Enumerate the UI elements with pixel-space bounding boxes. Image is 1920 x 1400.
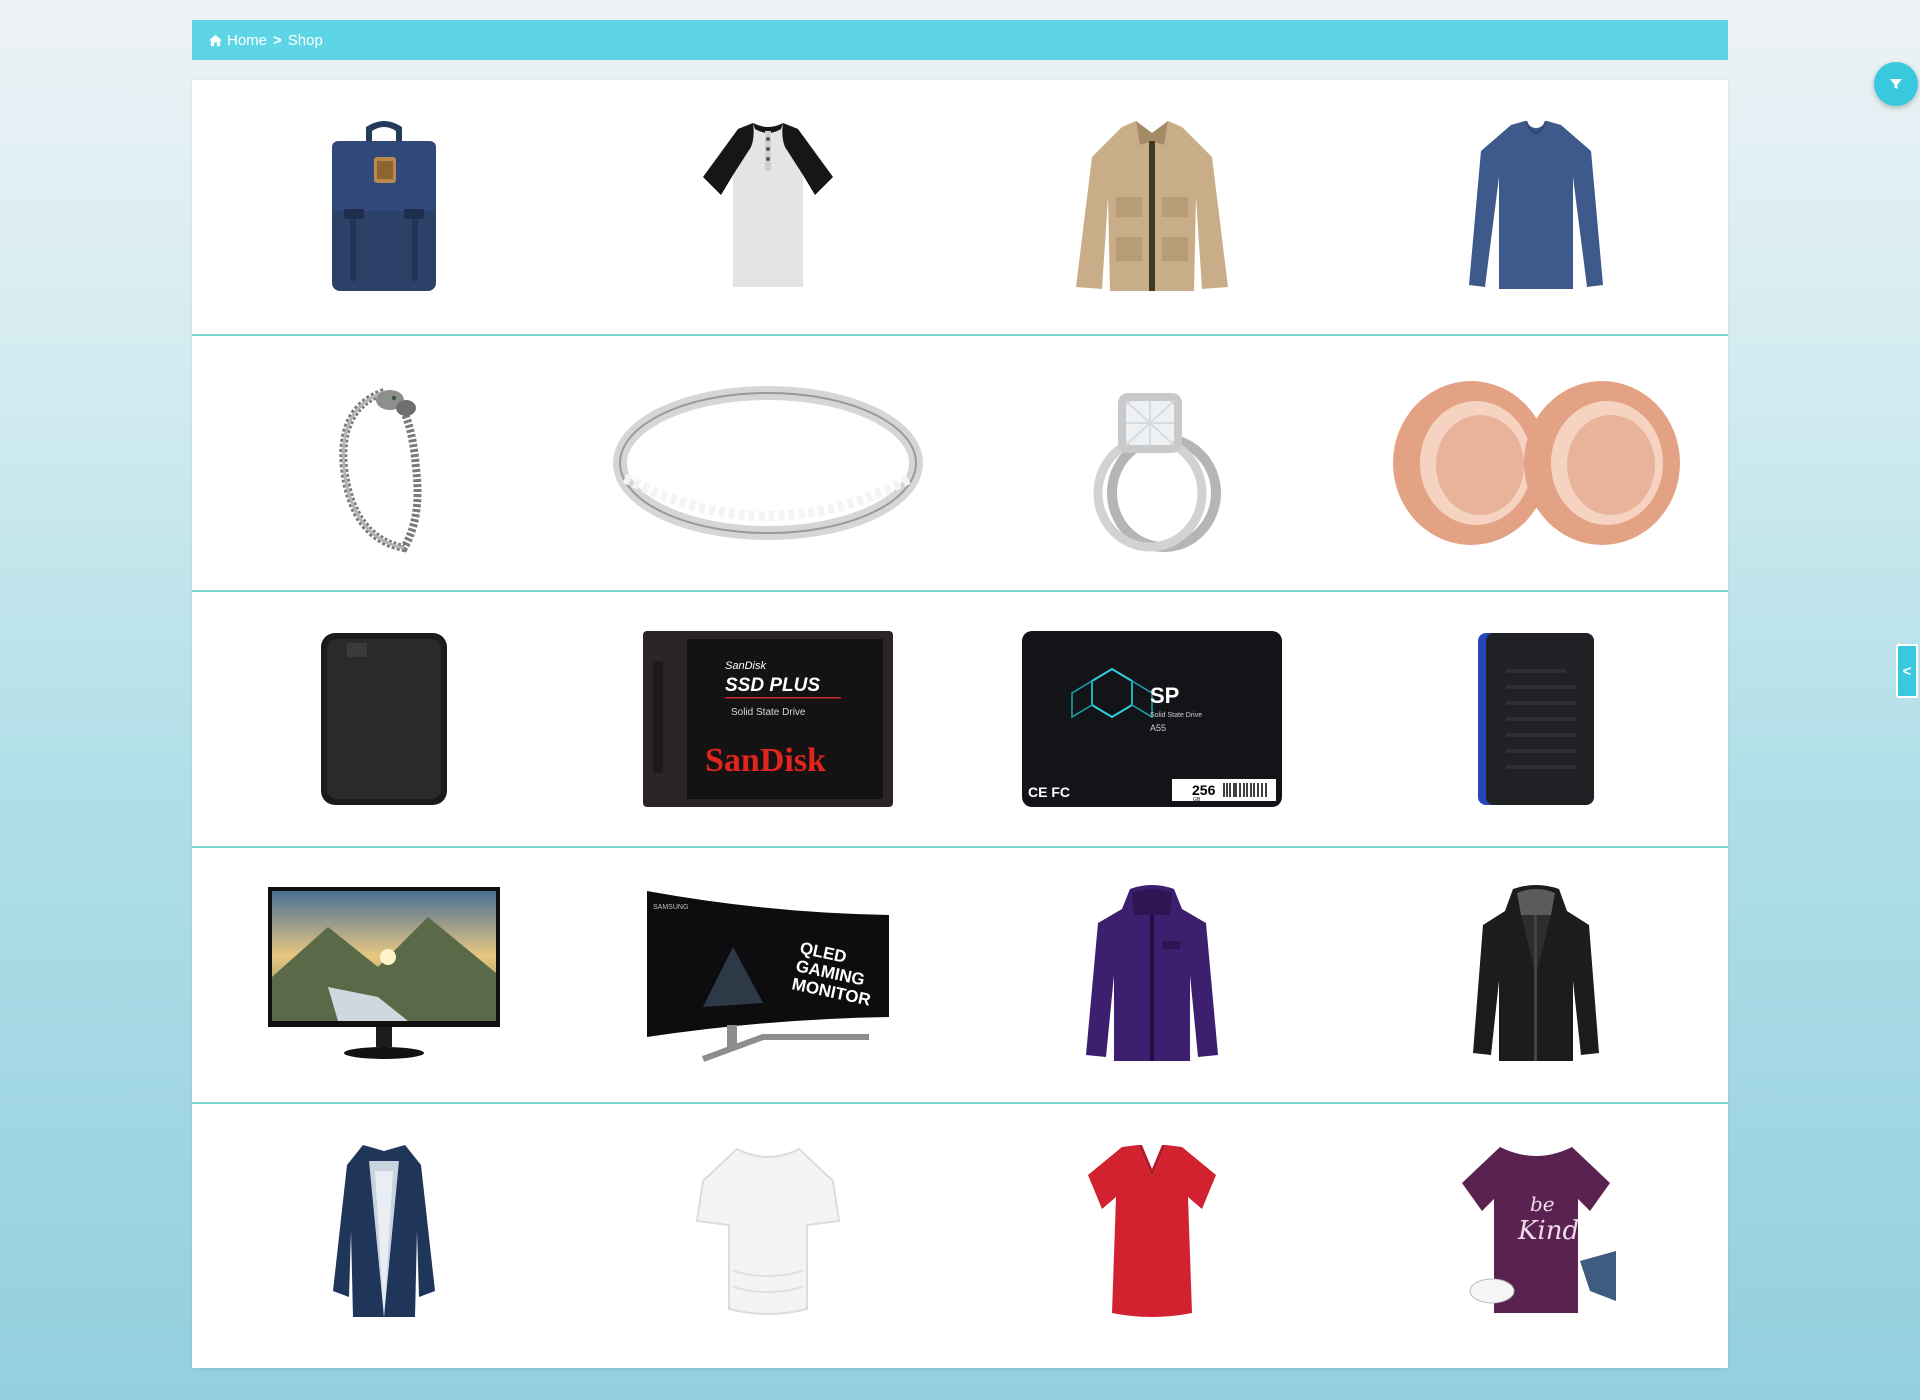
product-card-white-top[interactable] xyxy=(576,1104,960,1358)
red-vneck-image xyxy=(1088,1145,1216,1317)
sandisk-brand-label: SanDisk xyxy=(705,742,826,779)
be-kind-tee-image: be Kind xyxy=(1462,1147,1616,1313)
product-card-curved-gaming-monitor[interactable]: SAMSUNG QLED GAMING MONITOR xyxy=(576,848,960,1102)
gaming-drive-image xyxy=(1478,633,1594,805)
product-card-backpack[interactable] xyxy=(192,80,576,334)
kind-label: Kind xyxy=(1517,1216,1579,1246)
chevron-left-icon: < xyxy=(1902,662,1912,680)
purple-jacket-image xyxy=(1086,885,1218,1061)
product-card-silicon-power-ssd[interactable]: SP Solid State Drive A55 CE FC 256 GB xyxy=(960,592,1344,846)
samsung-label: SAMSUNG xyxy=(653,904,688,911)
product-card-leather-jacket[interactable] xyxy=(1344,848,1728,1102)
side-panel-toggle[interactable]: < xyxy=(1896,644,1918,698)
product-card-bracelet[interactable] xyxy=(192,336,576,590)
sandisk-small-label: SanDisk xyxy=(725,660,766,672)
product-card-gaming-drive[interactable] xyxy=(1344,592,1728,846)
capacity-label: 256 xyxy=(1192,782,1216,798)
backpack-image xyxy=(332,121,436,291)
product-card-monitor[interactable] xyxy=(192,848,576,1102)
breadcrumb-current: Shop xyxy=(287,31,323,49)
eternity-ring-image xyxy=(613,386,923,540)
breadcrumb-home-link[interactable]: Home xyxy=(227,32,267,49)
product-row xyxy=(192,336,1728,592)
silicon-power-ssd-image: SP Solid State Drive A55 CE FC 256 GB xyxy=(1022,631,1282,807)
filter-icon xyxy=(1890,79,1902,89)
trench-coat-image xyxy=(333,1145,435,1317)
product-card-purple-jacket[interactable] xyxy=(960,848,1344,1102)
sp-model-label: A55 xyxy=(1150,723,1166,733)
product-card-portable-hard-drive[interactable] xyxy=(192,592,576,846)
product-card-red-vneck[interactable] xyxy=(960,1104,1344,1358)
product-card-long-sleeve-tee[interactable] xyxy=(1344,80,1728,334)
sp-logo-label: SP xyxy=(1150,683,1179,708)
product-card-field-jacket[interactable] xyxy=(960,80,1344,334)
product-card-halo-ring-set[interactable] xyxy=(960,336,1344,590)
breadcrumb-separator: > xyxy=(273,31,282,49)
cert-marks-label: CE FC xyxy=(1028,784,1070,800)
sp-solid-state-label: Solid State Drive xyxy=(1150,712,1202,719)
long-sleeve-tee-image xyxy=(1469,121,1603,289)
ear-tunnels-image xyxy=(1393,381,1680,545)
sandisk-ssd-image: SanDisk SSD PLUS Solid State Drive SanDi… xyxy=(643,631,893,807)
product-card-be-kind-tee[interactable]: be Kind xyxy=(1344,1104,1728,1358)
halo-ring-set-image xyxy=(1093,393,1221,552)
ssd-plus-label: SSD PLUS xyxy=(725,675,820,696)
product-row: be Kind xyxy=(192,1104,1728,1360)
henley-shirt-image xyxy=(703,123,833,287)
home-icon xyxy=(209,34,222,46)
field-jacket-image xyxy=(1076,121,1228,291)
monitor-image xyxy=(268,887,500,1059)
product-card-trench-coat[interactable] xyxy=(192,1104,576,1358)
filter-button[interactable] xyxy=(1874,62,1918,106)
white-top-image xyxy=(695,1147,841,1315)
solid-state-drive-label: Solid State Drive xyxy=(731,707,806,718)
portable-hard-drive-image xyxy=(321,633,447,805)
product-card-henley-shirt[interactable] xyxy=(576,80,960,334)
bracelet-image xyxy=(339,388,422,553)
curved-gaming-monitor-image: SAMSUNG QLED GAMING MONITOR xyxy=(647,891,889,1062)
be-label: be xyxy=(1530,1192,1555,1216)
product-card-eternity-ring[interactable] xyxy=(576,336,960,590)
product-grid: SanDisk SSD PLUS Solid State Drive SanDi… xyxy=(192,80,1728,1368)
breadcrumb: Home > Shop xyxy=(192,20,1728,60)
product-row xyxy=(192,80,1728,336)
product-card-sandisk-ssd[interactable]: SanDisk SSD PLUS Solid State Drive SanDi… xyxy=(576,592,960,846)
product-row: SAMSUNG QLED GAMING MONITOR xyxy=(192,848,1728,1104)
leather-jacket-image xyxy=(1473,885,1599,1061)
capacity-unit-label: GB xyxy=(1193,797,1201,803)
product-row: SanDisk SSD PLUS Solid State Drive SanDi… xyxy=(192,592,1728,848)
product-card-ear-tunnels[interactable] xyxy=(1344,336,1728,590)
